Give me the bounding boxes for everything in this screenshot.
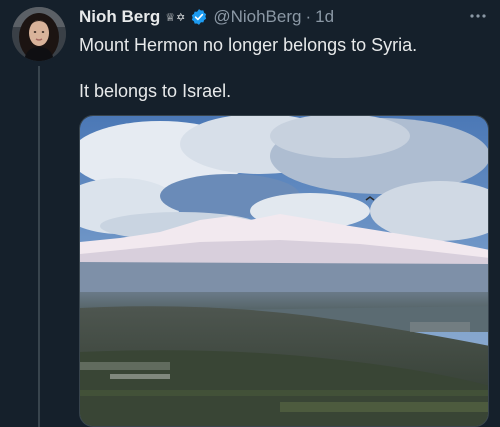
tweet-text-line: Mount Hermon no longer belongs to Syria. (79, 35, 418, 55)
tweet-text-line: It belongs to Israel. (79, 81, 232, 101)
separator-dot: · (305, 7, 312, 26)
tweet-media-image[interactable] (79, 115, 489, 427)
user-handle[interactable]: @NiohBerg (213, 7, 301, 27)
timestamp[interactable]: 1d (315, 7, 334, 27)
name-emoji: ♕✡ (165, 11, 187, 24)
tweet: Nioh Berg ♕✡ @NiohBerg · 1d Mount Hermon… (0, 0, 500, 427)
avatar[interactable] (12, 7, 66, 61)
more-options-icon[interactable] (466, 6, 490, 26)
tweet-header: Nioh Berg ♕✡ @NiohBerg · 1d (79, 5, 490, 29)
display-name[interactable]: Nioh Berg (79, 7, 160, 27)
thread-line (38, 66, 40, 427)
verified-badge-icon[interactable] (190, 8, 208, 26)
tweet-text: Mount Hermon no longer belongs to Syria.… (79, 33, 488, 103)
